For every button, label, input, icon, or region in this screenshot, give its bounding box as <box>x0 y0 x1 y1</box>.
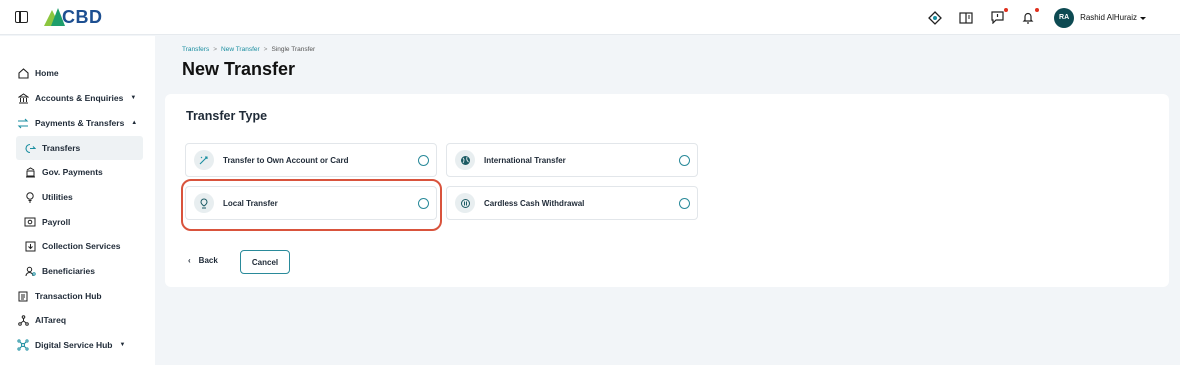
sidebar-item-label: Utilities <box>42 192 73 202</box>
option-international[interactable]: International Transfer <box>446 143 698 177</box>
local-transfer-icon <box>194 193 214 213</box>
sidebar-item-label: Transfers <box>42 143 81 153</box>
digital-icon <box>17 339 29 351</box>
globe-icon <box>455 150 475 170</box>
message-icon[interactable] <box>988 7 1009 27</box>
chevron-down-icon: ▼ <box>130 95 137 101</box>
logo[interactable]: CBD <box>44 6 103 28</box>
sidebar-item-home[interactable]: Home <box>17 64 59 82</box>
cancel-button[interactable]: Cancel <box>240 250 290 274</box>
back-label: Back <box>198 256 218 265</box>
chevron-down-icon[interactable] <box>1140 16 1146 20</box>
sidebar-item-label: Transaction Hub <box>35 291 102 301</box>
bell-icon[interactable] <box>1019 7 1040 27</box>
sidebar-item-payments[interactable]: Payments & Transfers ▲ <box>17 114 137 132</box>
sidebar-item-beneficiaries[interactable]: Beneficiaries <box>24 262 95 280</box>
sidebar-item-accounts[interactable]: Accounts & Enquiries ▼ <box>17 89 136 107</box>
sidebar: Home Accounts & Enquiries ▼ Payments & T… <box>0 36 155 365</box>
sidebar-item-label: Home <box>35 68 59 78</box>
chevron-down-icon: ▼ <box>119 342 126 348</box>
option-cardless-cash[interactable]: Cardless Cash Withdrawal <box>446 186 698 220</box>
option-own-account[interactable]: Transfer to Own Account or Card <box>185 143 437 177</box>
bank-icon <box>17 92 29 104</box>
breadcrumb-separator: > <box>263 46 268 53</box>
sidebar-item-label: Beneficiaries <box>42 266 95 276</box>
cash-icon <box>455 193 475 213</box>
logo-text: CBD <box>62 7 103 27</box>
sidebar-item-altareq[interactable]: AlTareq <box>17 311 66 329</box>
sidebar-item-transaction-hub[interactable]: Transaction Hub <box>17 287 102 305</box>
notification-dot <box>1035 7 1040 12</box>
payroll-icon <box>24 216 36 228</box>
breadcrumb-new-transfer[interactable]: New Transfer <box>221 46 260 53</box>
tag-icon[interactable] <box>926 9 944 27</box>
breadcrumb-transfers[interactable]: Transfers <box>182 46 209 53</box>
sidebar-item-label: Accounts & Enquiries <box>35 93 124 103</box>
back-button[interactable]: ‹ Back <box>188 256 218 265</box>
notification-dot <box>1004 7 1009 12</box>
sidebar-item-collection[interactable]: Collection Services <box>24 237 120 255</box>
transfer-icon <box>17 117 29 129</box>
radio-button[interactable] <box>418 197 429 209</box>
section-title: Transfer Type <box>186 109 268 123</box>
sidebar-item-label: Payroll <box>42 217 71 227</box>
sidebar-item-utilities[interactable]: Utilities <box>24 188 73 206</box>
option-label: International Transfer <box>484 155 566 165</box>
sidebar-item-label: AlTareq <box>35 315 67 325</box>
breadcrumb-separator: > <box>213 46 218 53</box>
breadcrumb: Transfers > New Transfer > Single Transf… <box>182 46 315 53</box>
radio-button[interactable] <box>418 154 429 166</box>
gov-icon <box>24 166 36 178</box>
beneficiaries-icon <box>24 265 36 277</box>
collection-icon <box>24 240 36 252</box>
sidebar-item-transfers[interactable]: Transfers <box>24 139 80 157</box>
sidebar-item-gov-payments[interactable]: Gov. Payments <box>24 163 103 181</box>
transfers-icon <box>24 142 36 154</box>
radio-button[interactable] <box>679 197 690 209</box>
sidebar-item-label: Gov. Payments <box>42 167 103 177</box>
book-icon[interactable] <box>957 9 975 27</box>
network-icon <box>17 314 29 326</box>
hub-icon <box>17 290 29 302</box>
sidebar-item-label: Digital Service Hub <box>35 340 113 350</box>
sidebar-toggle-icon[interactable] <box>15 11 28 23</box>
page-title: New Transfer <box>182 59 296 79</box>
home-icon <box>17 67 29 79</box>
radio-button[interactable] <box>679 154 690 166</box>
sidebar-item-label: Payments & Transfers <box>35 118 125 128</box>
sidebar-item-digital-service-hub[interactable]: Digital Service Hub ▼ <box>17 336 125 354</box>
top-icons: RA Rashid AlHuraiz <box>926 0 1180 35</box>
option-label: Transfer to Own Account or Card <box>223 155 349 165</box>
breadcrumb-single-transfer: Single Transfer <box>271 46 316 53</box>
sidebar-item-payroll[interactable]: Payroll <box>24 213 70 231</box>
own-account-icon <box>194 150 214 170</box>
top-bar: CBD RA Rashid AlHuraiz <box>0 0 1180 35</box>
chevron-up-icon: ▲ <box>131 120 138 126</box>
option-label: Cardless Cash Withdrawal <box>484 198 585 208</box>
user-name[interactable]: Rashid AlHuraiz <box>1080 13 1137 22</box>
avatar[interactable]: RA <box>1054 7 1075 28</box>
chevron-left-icon: ‹ <box>188 256 191 265</box>
bulb-icon <box>24 191 36 203</box>
logo-mark-icon <box>44 8 65 26</box>
option-label: Local Transfer <box>223 198 278 208</box>
option-local-transfer[interactable]: Local Transfer <box>185 186 437 220</box>
sidebar-item-label: Collection Services <box>42 241 121 251</box>
